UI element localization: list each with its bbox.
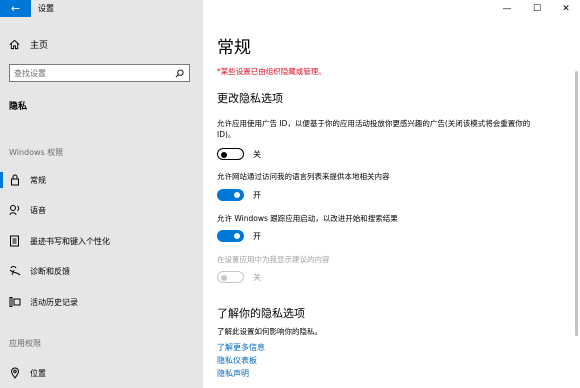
- page-title: 常规: [217, 38, 251, 58]
- toggle-knob: [234, 192, 240, 198]
- search-icon: [175, 68, 184, 77]
- sidebar-item-speech[interactable]: 语音: [0, 199, 203, 221]
- home-icon: [9, 39, 20, 50]
- sidebar-item-general[interactable]: 常规: [0, 169, 203, 191]
- sidebar-item-label: 活动历史记录: [30, 297, 78, 307]
- toggle-suggested-content-state: 关: [253, 273, 261, 282]
- sidebar-item-diagnostics[interactable]: 诊断和反馈: [0, 260, 203, 282]
- sidebar: ← 设置 主页 查找设置 隐私 Windows 权限 常规 语音 墨迹书写和键入…: [0, 0, 203, 388]
- toggle-language-list[interactable]: [217, 189, 244, 201]
- back-arrow-icon: ←: [10, 2, 21, 15]
- group-label-app-permissions: 应用权限: [9, 339, 41, 348]
- toggle-suggested-content: [217, 271, 244, 283]
- option-suggested-content-desc: 在设置应用中为我显示建议的内容: [217, 255, 330, 264]
- inking-icon: [9, 235, 21, 247]
- sidebar-item-label: 墨迹书写和键入个性化: [30, 236, 110, 246]
- option-language-list-desc: 允许网站通过访问我的语言列表来提供本地相关内容: [217, 172, 390, 181]
- close-button[interactable]: ✕: [551, 0, 580, 17]
- lock-icon: [9, 174, 21, 186]
- maximize-button[interactable]: ☐: [522, 0, 552, 17]
- section-heading: 更改隐私选项: [217, 92, 283, 105]
- sidebar-item-label: 语音: [30, 205, 46, 215]
- option-ad-id-desc: 允许应用使用广告 ID，以便基于你的应用活动投放你更感兴趣的广告(关闭该模式将会…: [217, 119, 531, 139]
- minimize-button[interactable]: —: [492, 0, 522, 17]
- title-bar-left: ← 设置: [0, 0, 203, 17]
- minimize-icon: —: [502, 3, 512, 14]
- diagnostics-icon: [9, 265, 21, 277]
- app-title: 设置: [38, 4, 54, 13]
- sidebar-item-label: 诊断和反馈: [30, 266, 70, 276]
- maximize-icon: ☐: [532, 3, 542, 14]
- sidebar-item-inking[interactable]: 墨迹书写和键入个性化: [0, 230, 203, 252]
- link-learn-more[interactable]: 了解更多信息: [217, 342, 265, 353]
- toggle-ad-id-state: 关: [253, 150, 261, 159]
- learn-heading: 了解你的隐私选项: [217, 307, 305, 320]
- scrollbar[interactable]: [575, 71, 578, 336]
- main-content: — ☐ ✕ 常规 *某些设置已由组织隐藏或管理。 更改隐私选项 允许应用使用广告…: [203, 0, 580, 388]
- search-input[interactable]: 查找设置: [9, 64, 190, 82]
- toggle-knob: [221, 151, 227, 158]
- speech-icon: [9, 204, 21, 216]
- option-app-launch-desc: 允许 Windows 跟踪应用启动，以改进开始和搜索结果: [217, 214, 398, 223]
- activity-history-icon: [9, 296, 21, 308]
- toggle-ad-id[interactable]: [217, 148, 244, 160]
- link-privacy-statement[interactable]: 隐私声明: [217, 368, 249, 379]
- sidebar-item-activity-history[interactable]: 活动历史记录: [0, 291, 203, 313]
- toggle-knob: [234, 233, 240, 239]
- toggle-knob: [221, 274, 227, 281]
- sidebar-item-location[interactable]: 位置: [0, 362, 203, 384]
- back-button[interactable]: ←: [0, 0, 31, 17]
- link-privacy-dashboard[interactable]: 隐私仪表板: [217, 355, 257, 366]
- home-label: 主页: [30, 41, 49, 51]
- sidebar-item-label: 常规: [30, 175, 46, 185]
- toggle-language-list-state: 开: [253, 191, 261, 200]
- managed-warning: *某些设置已由组织隐藏或管理。: [217, 67, 326, 76]
- sidebar-item-home[interactable]: 主页: [9, 38, 48, 51]
- search-placeholder: 查找设置: [14, 68, 46, 78]
- toggle-app-launch-state: 开: [253, 232, 261, 241]
- learn-desc: 了解此设置如何影响你的隐私。: [217, 327, 322, 336]
- sidebar-item-label: 位置: [30, 368, 46, 378]
- section-title-privacy: 隐私: [9, 102, 28, 112]
- toggle-app-launch[interactable]: [217, 230, 244, 242]
- location-icon: [9, 367, 21, 379]
- close-icon: ✕: [562, 3, 570, 14]
- group-label-windows: Windows 权限: [9, 148, 64, 157]
